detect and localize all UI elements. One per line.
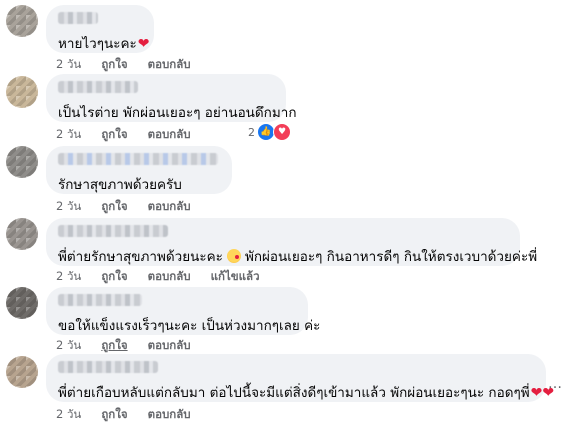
avatar[interactable]	[6, 76, 38, 108]
comment-bubble: พี่ต่ายเกือบหลับแต่กลับมา ต่อไปนี้จะมีแต…	[46, 354, 554, 402]
comment-actions: 2 วัน ถูกใจ ตอบกลับ	[56, 126, 207, 144]
comment-text: รักษาสุขภาพด้วยครับ	[58, 177, 182, 193]
reply-button[interactable]: ตอบกลับ	[148, 199, 191, 213]
more-options-icon[interactable]: …	[548, 376, 563, 392]
reaction-summary[interactable]: 2 👍 ♥	[244, 122, 293, 142]
comment-text-part: พี่ต่ายรักษาสุขภาพด้วยนะคะ	[58, 249, 223, 265]
like-button[interactable]: ถูกใจ	[101, 338, 127, 352]
timestamp[interactable]: 2 วัน	[56, 199, 81, 213]
edited-label[interactable]: แก้ไขแล้ว	[211, 269, 260, 283]
author-name-blurred[interactable]	[58, 225, 168, 237]
reaction-count: 2	[248, 125, 255, 139]
author-name-blurred[interactable]	[58, 81, 138, 93]
timestamp[interactable]: 2 วัน	[56, 127, 81, 141]
author-name-blurred[interactable]	[58, 294, 142, 306]
comment-bubble: รักษาสุขภาพด้วยครับ	[46, 146, 232, 194]
comment-text: หายไวๆนะคะ❤	[58, 32, 150, 54]
reply-button[interactable]: ตอบกลับ	[148, 269, 191, 283]
timestamp[interactable]: 2 วัน	[56, 338, 81, 352]
like-button[interactable]: ถูกใจ	[101, 269, 127, 283]
comment-actions: 2 วัน ถูกใจ ตอบกลับ	[56, 56, 207, 74]
comment-bubble: ขอให้แข็งแรงเร็วๆนะคะ เป็นห่วงมากๆเลย ค่…	[46, 287, 320, 335]
timestamp[interactable]: 2 วัน	[56, 269, 81, 283]
author-name-blurred[interactable]	[58, 361, 158, 373]
comment-text: เป็นไรต่าย พักผ่อนเยอะๆ อย่านอนดึกมาก	[58, 105, 297, 121]
avatar[interactable]	[6, 146, 38, 178]
comment-text: พี่ต่ายรักษาสุขภาพด้วยนะคะ พักผ่อนเยอะๆ ก…	[58, 245, 537, 267]
comment-text-part: พักผ่อนเยอะๆ กินอาหารดีๆ กินให้ตรงเวบาด้…	[244, 249, 538, 265]
comment-text-content: พี่ต่ายเกือบหลับแต่กลับมา ต่อไปนี้จะมีแต…	[58, 385, 530, 401]
author-name-blurred[interactable]	[58, 153, 218, 165]
timestamp[interactable]: 2 วัน	[56, 57, 81, 71]
reply-button[interactable]: ตอบกลับ	[148, 338, 191, 352]
comment-text-content: หายไวๆนะคะ	[58, 36, 137, 52]
comment-bubble: พี่ต่ายรักษาสุขภาพด้วยนะคะ พักผ่อนเยอะๆ ก…	[46, 218, 537, 266]
avatar[interactable]	[6, 5, 38, 37]
reply-button[interactable]: ตอบกลับ	[148, 57, 191, 71]
reply-button[interactable]: ตอบกลับ	[148, 407, 191, 421]
like-button[interactable]: ถูกใจ	[101, 57, 127, 71]
like-button[interactable]: ถูกใจ	[101, 127, 127, 141]
comment-actions: 2 วัน ถูกใจ ตอบกลับ	[56, 198, 207, 216]
avatar[interactable]	[6, 356, 38, 388]
avatar[interactable]	[6, 218, 38, 250]
comment-text: ขอให้แข็งแรงเร็วๆนะคะ เป็นห่วงมากๆเลย ค่…	[58, 318, 321, 334]
comment-text: พี่ต่ายเกือบหลับแต่กลับมา ต่อไปนี้จะมีแต…	[58, 381, 554, 403]
comment-actions: 2 วัน ถูกใจ ตอบกลับ	[56, 406, 207, 424]
heart-emoji-icon: ❤	[137, 36, 150, 52]
comment-actions: 2 วัน ถูกใจ ตอบกลับ	[56, 337, 207, 355]
timestamp[interactable]: 2 วัน	[56, 407, 81, 421]
comment-bubble: หายไวๆนะคะ❤	[46, 5, 154, 53]
like-button[interactable]: ถูกใจ	[101, 407, 127, 421]
like-button[interactable]: ถูกใจ	[101, 199, 127, 213]
comment-bubble: เป็นไรต่าย พักผ่อนเยอะๆ อย่านอนดึกมาก	[46, 74, 297, 122]
love-reaction-icon: ♥	[273, 123, 291, 141]
avatar[interactable]	[6, 287, 38, 319]
comment-actions: 2 วัน ถูกใจ ตอบกลับ แก้ไขแล้ว	[56, 268, 276, 286]
reply-button[interactable]: ตอบกลับ	[148, 127, 191, 141]
author-name-blurred[interactable]	[58, 12, 98, 24]
kiss-emoji-icon	[226, 249, 241, 263]
